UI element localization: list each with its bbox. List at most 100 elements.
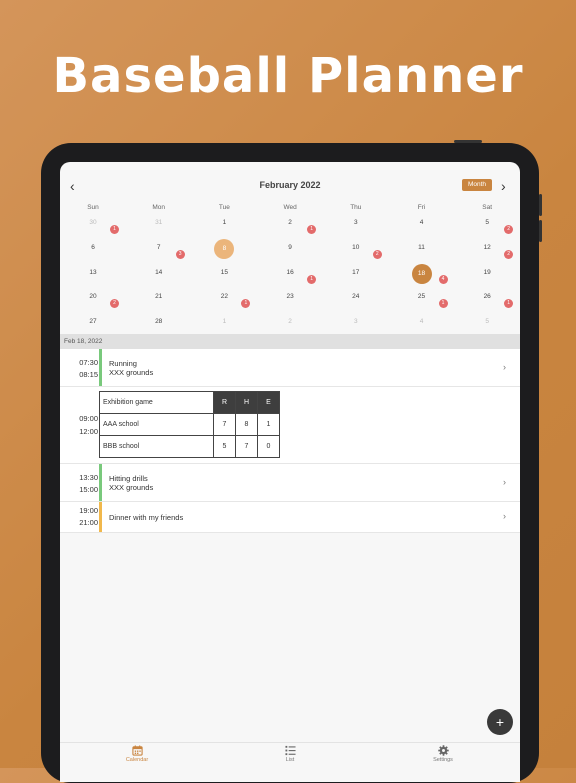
- tab-settings[interactable]: Settings: [398, 745, 488, 763]
- calendar-day-cell[interactable]: 52: [454, 212, 520, 237]
- day-number: 31: [155, 219, 163, 226]
- calendar-day-cell[interactable]: 15: [191, 262, 257, 287]
- calendar-day-cell[interactable]: 26 1: [454, 286, 520, 311]
- calendar-day-cell[interactable]: 17: [323, 262, 389, 287]
- event-count-badge: 1: [438, 299, 448, 309]
- calendar-day-cell[interactable]: 25 1: [389, 286, 455, 311]
- event-count-badge: 4: [438, 274, 448, 284]
- event-row-hitting-drills[interactable]: 13:30 15:00 Hitting drills XXX grounds ›: [60, 464, 520, 502]
- event-row-running[interactable]: 07:30 08:15 Running XXX grounds ›: [60, 349, 520, 387]
- calendar-day-cell[interactable]: 24: [323, 286, 389, 311]
- event-end-time: 12:00: [79, 427, 98, 436]
- calendar-day-cell[interactable]: 12 2: [454, 237, 520, 262]
- chevron-right-icon: ›: [503, 477, 506, 487]
- event-count-badge: 2: [372, 249, 382, 259]
- selected-date-header: Feb 18, 2022: [60, 334, 520, 349]
- day-number: 11: [418, 243, 425, 251]
- list-icon: [284, 745, 296, 756]
- day-number: 3: [353, 219, 358, 226]
- calendar-day-cell[interactable]: 1: [191, 311, 257, 336]
- day-number: 13: [89, 268, 97, 276]
- calendar-day-cell[interactable]: 21: [126, 286, 192, 311]
- calendar-day-cell[interactable]: 5: [454, 311, 520, 336]
- scoreboard-header-row: Exhibition game R H E: [99, 391, 280, 414]
- chevron-right-icon[interactable]: ›: [501, 178, 506, 194]
- event-row-exhibition-game[interactable]: 09:00 12:00 Exhibition game R H E AAA sc…: [60, 387, 520, 464]
- tablet-power-button: [454, 140, 482, 143]
- tablet-volume-down-button: [539, 220, 542, 242]
- calendar-day-cell[interactable]: 30 1: [60, 212, 126, 237]
- event-title: Dinner with my friends: [109, 513, 184, 522]
- scoreboard-row: AAA school 7 8 1: [99, 413, 280, 436]
- weekday-label: Thu: [350, 204, 362, 211]
- day-number: 5: [485, 318, 489, 326]
- scoreboard-row: BBB school 5 7 0: [99, 435, 280, 458]
- hits-header: H: [235, 391, 258, 414]
- today-marker: 18: [411, 263, 432, 284]
- day-number: 17: [352, 268, 360, 276]
- event-title: Hitting drills: [109, 474, 148, 483]
- calendar-day-cell[interactable]: 16 1: [257, 262, 323, 287]
- event-title: Running: [109, 359, 137, 368]
- calendar-day-cell[interactable]: 4: [389, 212, 455, 237]
- event-count-badge: 1: [241, 299, 251, 309]
- event-count-badge: 3: [175, 249, 185, 259]
- game-title: Exhibition game: [99, 391, 214, 414]
- day-number: 2: [288, 318, 292, 326]
- calendar-day-cell[interactable]: 8: [191, 237, 257, 262]
- calendar-day-cell[interactable]: 11: [389, 237, 455, 262]
- calendar-day-cell[interactable]: 19: [454, 262, 520, 287]
- team-errors: 1: [257, 413, 280, 436]
- selected-day-marker: 8: [214, 238, 235, 259]
- event-count-badge: 2: [504, 225, 514, 234]
- chevron-right-icon: ›: [503, 362, 506, 372]
- calendar-day-cell[interactable]: 31: [126, 212, 192, 237]
- calendar-day-cell[interactable]: 3: [323, 212, 389, 237]
- weekday-label: Mon: [152, 204, 166, 211]
- event-start-time: 13:30: [79, 473, 98, 482]
- calendar-day-cell[interactable]: 28: [126, 311, 192, 336]
- add-event-button[interactable]: +: [487, 709, 513, 735]
- calendar-day-cell[interactable]: 2: [257, 311, 323, 336]
- calendar-day-cell[interactable]: 9: [257, 237, 323, 262]
- calendar-day-cell[interactable]: 21: [257, 212, 323, 237]
- event-row-dinner[interactable]: 19:00 21:00 Dinner with my friends ›: [60, 502, 520, 533]
- calendar-grid: 30 1 31 1 2 1 3 4 5 2 6 7 3 8 9 10 2 11 12 2 13 14 15 16 1 17 18 4 1…: [60, 212, 520, 336]
- calendar-day-cell[interactable]: 3: [323, 311, 389, 336]
- calendar-day-cell[interactable]: 10 2: [323, 237, 389, 262]
- tab-calendar[interactable]: Calendar: [92, 745, 182, 763]
- chevron-right-icon: ›: [503, 511, 506, 521]
- calendar-day-cell[interactable]: 1: [191, 212, 257, 237]
- event-count-badge: 1: [307, 225, 317, 234]
- event-color-bar: [99, 349, 102, 386]
- app-screen: ‹ February 2022 Month › Sun Mon Tue Wed Thu F…: [60, 162, 520, 782]
- calendar-day-cell[interactable]: 73: [126, 237, 192, 262]
- calendar-day-cell[interactable]: 18 4: [389, 262, 455, 287]
- tab-bar: Calendar List Settings: [60, 742, 520, 782]
- day-number: 23: [286, 293, 294, 301]
- calendar-day-cell[interactable]: 14: [126, 262, 192, 287]
- calendar-header: ‹ February 2022 Month ›: [60, 178, 520, 194]
- month-title: February 2022: [259, 180, 321, 190]
- day-number: 14: [155, 268, 163, 276]
- event-location: XXX grounds: [109, 483, 154, 492]
- event-color-bar: [99, 464, 102, 501]
- weekday-label: Sun: [87, 204, 99, 211]
- scoreboard-table: Exhibition game R H E AAA school 7 8 1 B…: [99, 391, 280, 458]
- team-errors: 0: [257, 435, 280, 458]
- tab-list[interactable]: List: [245, 745, 335, 763]
- day-number: 3: [353, 318, 358, 326]
- day-number: 1: [222, 318, 227, 326]
- calendar-day-cell[interactable]: 4: [389, 311, 455, 336]
- weekday-label: Sat: [482, 204, 493, 211]
- calendar-day-cell[interactable]: 23: [257, 286, 323, 311]
- event-count-badge: 1: [110, 225, 119, 234]
- calendar-day-cell[interactable]: 6: [60, 237, 126, 262]
- calendar-day-cell[interactable]: 22 1: [191, 286, 257, 311]
- calendar-day-cell[interactable]: 20 2: [60, 286, 126, 311]
- view-mode-button[interactable]: Month: [462, 179, 492, 191]
- calendar-day-cell[interactable]: 27: [60, 311, 126, 336]
- team-runs: 7: [213, 413, 236, 436]
- day-number: 1: [222, 219, 227, 226]
- calendar-day-cell[interactable]: 13: [60, 262, 126, 287]
